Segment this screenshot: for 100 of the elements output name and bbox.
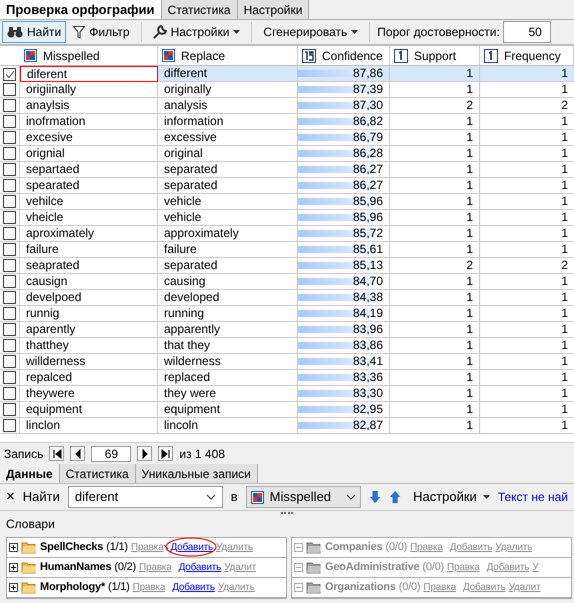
table-icon: [24, 49, 37, 62]
table-cell-text: 1: [560, 226, 569, 241]
table-cell-text: 85,61: [352, 242, 384, 257]
row-checkbox[interactable]: [3, 211, 16, 224]
arrow-up-icon[interactable]: [388, 489, 402, 505]
row-checkbox[interactable]: [3, 131, 16, 144]
splitter-grip[interactable]: [281, 512, 293, 515]
filter-button[interactable]: Фильтр: [69, 21, 134, 43]
row-checkbox[interactable]: [3, 115, 16, 128]
caret-icon: [351, 30, 358, 34]
search-settings-dropdown[interactable]: Настройки: [413, 487, 490, 507]
record-total: из 1 408: [179, 446, 225, 462]
row-checkbox[interactable]: [3, 227, 16, 240]
table-cell-text: 1: [560, 418, 569, 433]
table-cell-text: 1: [560, 386, 569, 401]
dictionary-count: (0/0): [422, 560, 444, 576]
tab[interactable]: Статистика: [162, 0, 238, 19]
record-field[interactable]: 69: [91, 446, 132, 462]
column-header[interactable]: Replace: [158, 46, 298, 65]
find-button[interactable]: Найти: [2, 21, 66, 43]
tab[interactable]: Уникальные записи: [136, 464, 258, 483]
folder-icon: [21, 541, 37, 554]
plus-icon[interactable]: [9, 543, 18, 552]
search-field[interactable]: diferent: [68, 486, 223, 508]
funnel-icon: [73, 26, 86, 38]
table-cell: diferent: [20, 66, 158, 82]
row-checkbox[interactable]: [3, 355, 16, 368]
row-checkbox[interactable]: [3, 323, 16, 336]
generate-dropdown[interactable]: Сгенерировать: [259, 21, 362, 43]
arrow-down-icon[interactable]: [368, 489, 381, 505]
row-checkbox[interactable]: [3, 99, 16, 112]
table-cell: 1: [390, 370, 480, 385]
row-checkbox[interactable]: [3, 275, 16, 288]
table-cell-text: 1: [560, 338, 569, 353]
table-cell-text: 1: [560, 354, 569, 369]
table-cell-text: 85,13: [352, 258, 384, 273]
table-cell: 1: [390, 194, 480, 209]
add-link[interactable]: Добавить: [178, 562, 222, 573]
table-cell: 2: [390, 98, 480, 113]
row-checkbox[interactable]: [3, 163, 16, 176]
table-cell: equipment: [20, 402, 158, 417]
row-checkbox[interactable]: [3, 371, 16, 384]
dictionary-name: Morphology*: [40, 580, 106, 596]
table-cell-text: 1: [560, 194, 569, 209]
row-checkbox[interactable]: [3, 259, 16, 272]
tab[interactable]: Проверка орфографии: [0, 0, 162, 19]
record-label: Запись: [4, 446, 44, 462]
table-cell-text: 1: [560, 130, 569, 145]
table-cell-text: 82,95: [352, 402, 384, 417]
plus-icon[interactable]: [9, 563, 18, 572]
previous-page-button[interactable]: [70, 446, 86, 461]
column-header[interactable]: Confidence: [298, 46, 390, 65]
close-button[interactable]: ×: [6, 486, 15, 508]
folder-icon: [306, 561, 322, 574]
column-header[interactable]: Support: [390, 46, 480, 65]
tab[interactable]: Статистика: [60, 464, 136, 483]
add-link[interactable]: Добавить: [172, 582, 215, 593]
row-checkbox[interactable]: [3, 83, 16, 96]
table-cell-text: 86,27: [352, 178, 384, 193]
minus-icon[interactable]: [294, 543, 303, 552]
threshold-field[interactable]: 50: [502, 21, 551, 43]
dictionary-name: SpellChecks: [40, 540, 104, 556]
row-checkbox[interactable]: [3, 195, 16, 208]
plus-icon[interactable]: [9, 583, 18, 592]
dictionary-count: (1/1): [108, 580, 130, 596]
minus-icon[interactable]: [294, 583, 303, 592]
row-checkbox[interactable]: [3, 243, 16, 256]
next-page-button[interactable]: [137, 446, 152, 461]
table-cell-text: 87,86: [352, 66, 384, 81]
column-header[interactable]: Misspelled: [20, 46, 158, 65]
table-cell: 1: [390, 66, 480, 82]
row-checkbox[interactable]: [3, 179, 16, 192]
settings-dropdown[interactable]: Настройки: [148, 21, 244, 43]
last-page-button[interactable]: [158, 446, 174, 461]
row-checkbox[interactable]: [3, 339, 16, 352]
table-cell-text: 85,72: [352, 226, 384, 241]
row-checkbox[interactable]: [3, 307, 16, 320]
row-checkbox[interactable]: [3, 291, 16, 304]
minus-icon[interactable]: [294, 563, 303, 572]
column-dropdown[interactable]: Misspelled: [246, 486, 361, 508]
caret-icon: [233, 30, 240, 34]
table-cell: thatthey: [20, 338, 158, 353]
column-header[interactable]: Frequency: [480, 46, 574, 65]
row-checkbox[interactable]: [3, 419, 16, 432]
table-cell: 1: [390, 146, 480, 161]
dictionary-count: (0/0): [398, 580, 420, 596]
row-checkbox[interactable]: [3, 403, 16, 416]
table-cell-text: 1: [560, 322, 569, 337]
table-cell: 1: [390, 178, 480, 193]
row-checkbox[interactable]: [3, 387, 16, 400]
triangle-left-icon: [72, 448, 83, 458]
number-icon: [484, 48, 498, 62]
first-page-button[interactable]: [49, 446, 64, 461]
tab[interactable]: Настройки: [238, 0, 310, 19]
table-cell-text: 83,41: [352, 354, 384, 369]
row-checkbox[interactable]: [3, 68, 16, 80]
table-cell: 1: [390, 354, 480, 369]
table-cell: 1: [390, 130, 480, 145]
row-checkbox[interactable]: [3, 147, 16, 160]
dictionary-name: Organizations: [325, 580, 396, 596]
